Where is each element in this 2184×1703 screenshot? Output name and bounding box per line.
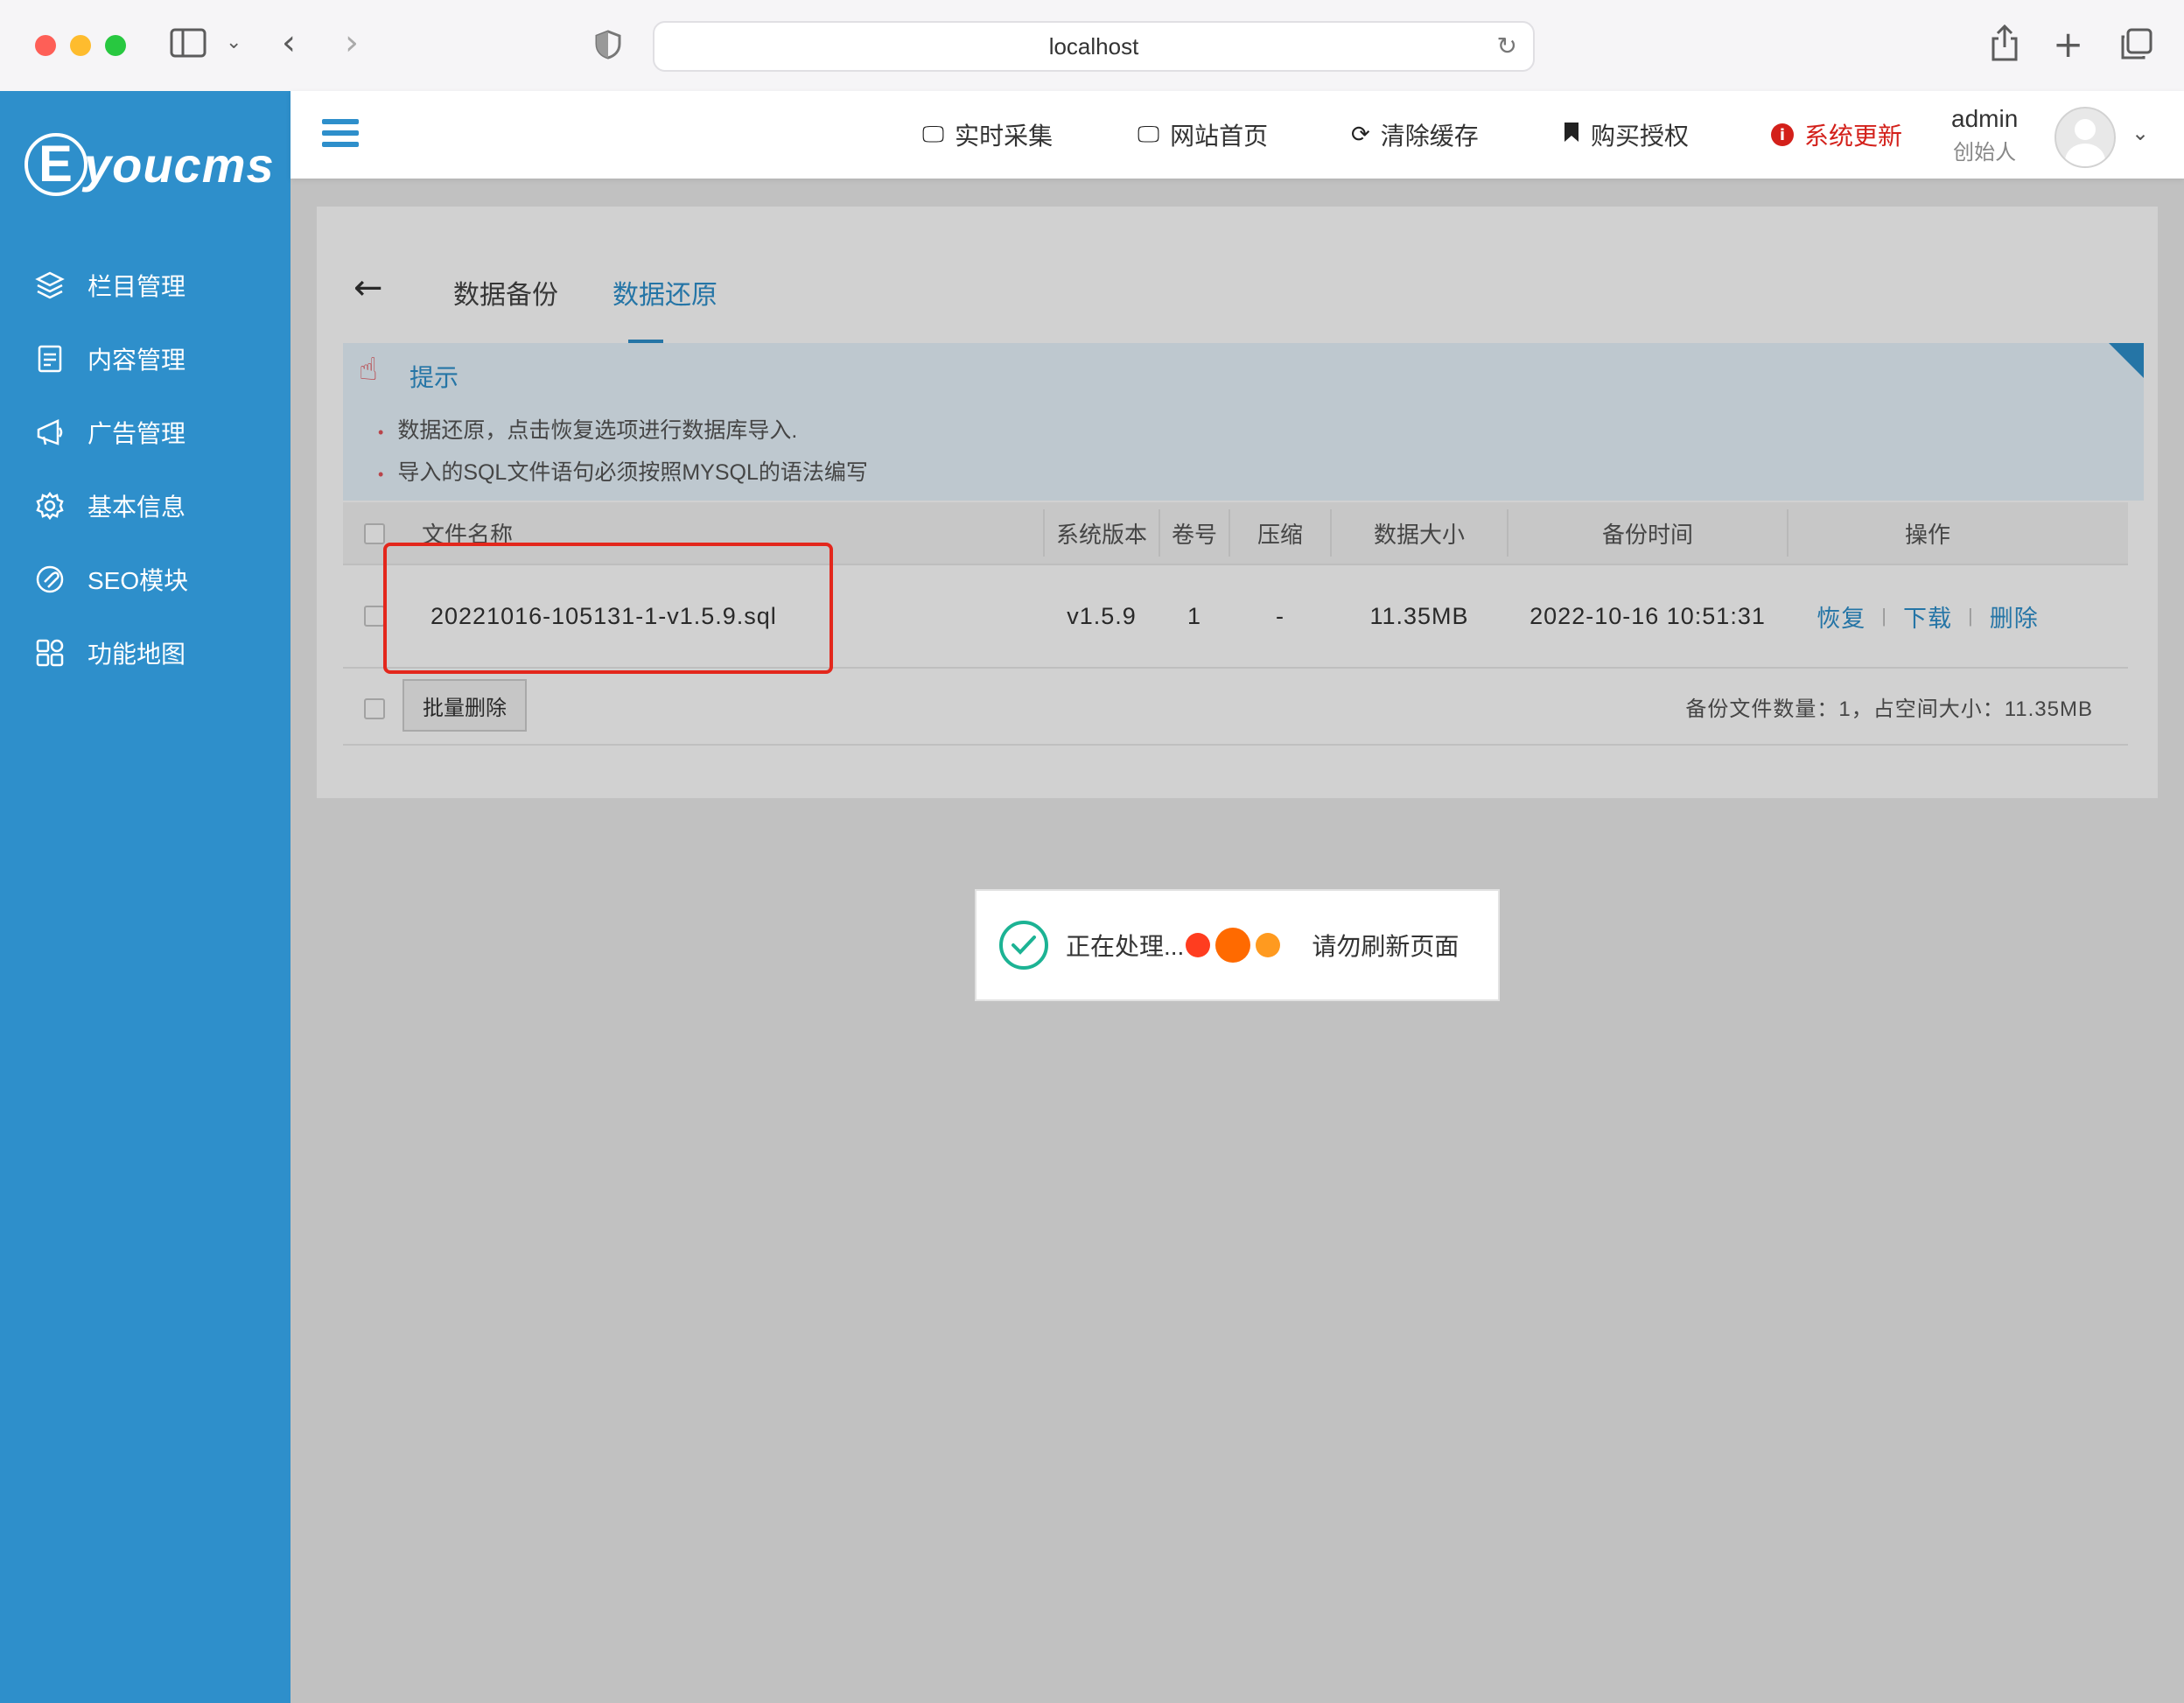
sidebar-item-label: 广告管理 (88, 420, 186, 447)
gear-icon (35, 491, 65, 521)
check-circle-icon (999, 921, 1048, 970)
browser-toolbar: ⌄ ‹ › localhost ↻ + (0, 0, 2184, 93)
avatar[interactable] (2054, 107, 2116, 168)
new-tab-icon[interactable]: + (2053, 23, 2083, 66)
sidebar-item-content[interactable]: 内容管理 (0, 322, 290, 396)
sidebar-nav: 栏目管理 内容管理 广告管理 基本信息 SEO模块 功能地图 (0, 249, 290, 690)
info-icon: i (1771, 123, 1794, 146)
clear-cache-link[interactable]: ⟳ 清除缓存 (1351, 114, 1479, 156)
site-home-link[interactable]: 🖵 网站首页 (1138, 114, 1268, 156)
buy-license-label: 购买授权 (1591, 123, 1690, 150)
processing-text: 正在处理... (1066, 933, 1185, 960)
close-window-button[interactable] (35, 35, 56, 56)
back-nav-icon[interactable]: ‹ (282, 23, 296, 63)
shield-icon[interactable] (595, 30, 621, 63)
system-update-link[interactable]: i 系统更新 (1771, 114, 1902, 156)
loading-dots-icon (1186, 928, 1285, 963)
top-header: 🖵 实时采集 🖵 网站首页 ⟳ 清除缓存 购买授权 i 系统更新 admin 创… (290, 91, 2184, 179)
reload-icon[interactable]: ↻ (1497, 32, 1517, 60)
user-name: admin (1951, 105, 2019, 132)
sidebar-item-columns[interactable]: 栏目管理 (0, 249, 290, 322)
grid-icon (35, 638, 65, 668)
layers-icon (35, 270, 65, 300)
sidebar-item-feature-map[interactable]: 功能地图 (0, 616, 290, 690)
buy-license-link[interactable]: 购买授权 (1563, 114, 1689, 156)
sidebar-item-label: 基本信息 (88, 494, 186, 521)
url-text: localhost (1048, 32, 1139, 60)
sidebar-item-basic-info[interactable]: 基本信息 (0, 469, 290, 543)
user-info[interactable]: admin 创始人 (1951, 105, 2018, 165)
sidebar-item-label: 内容管理 (88, 347, 186, 374)
logo[interactable]: E youcms (24, 130, 275, 200)
ad-icon (35, 417, 65, 447)
site-home-label: 网站首页 (1170, 123, 1269, 150)
no-refresh-text: 请勿刷新页面 (1312, 933, 1460, 960)
share-icon[interactable] (1990, 24, 2020, 65)
address-bar[interactable]: localhost ↻ (653, 21, 1535, 72)
bookmark-icon (1563, 121, 1580, 150)
sidebar-toggle-icon[interactable] (170, 28, 206, 61)
sidebar-item-seo[interactable]: SEO模块 (0, 543, 290, 616)
highlight-annotation (383, 543, 833, 674)
sidebar: E youcms 栏目管理 内容管理 广告管理 基本信息 SEO模块 功能地图 (0, 91, 290, 1703)
sidebar-item-label: 栏目管理 (88, 273, 186, 300)
processing-toast: 正在处理... 请勿刷新页面 (975, 889, 1500, 1001)
realtime-collect-label: 实时采集 (955, 123, 1054, 150)
menu-toggle-icon[interactable] (322, 119, 359, 153)
realtime-collect-link[interactable]: 🖵 实时采集 (922, 114, 1053, 156)
chevron-down-icon[interactable]: ⌄ (2132, 121, 2149, 145)
monitor-icon: 🖵 (922, 121, 945, 148)
sidebar-item-ads[interactable]: 广告管理 (0, 396, 290, 469)
document-icon (35, 344, 65, 374)
refresh-icon: ⟳ (1351, 122, 1370, 148)
forward-nav-icon[interactable]: › (345, 23, 359, 63)
monitor-icon: 🖵 (1138, 121, 1160, 148)
user-role: 创始人 (1953, 141, 2017, 165)
zoom-window-button[interactable] (105, 35, 126, 56)
system-update-label: 系统更新 (1804, 123, 1903, 150)
sidebar-item-label: 功能地图 (88, 641, 186, 668)
chevron-down-icon[interactable]: ⌄ (226, 32, 242, 53)
tab-overview-icon[interactable] (2119, 28, 2152, 65)
sidebar-item-label: SEO模块 (88, 567, 189, 594)
clear-cache-label: 清除缓存 (1380, 123, 1479, 150)
logo-letter: E (24, 133, 88, 196)
minimize-window-button[interactable] (70, 35, 91, 56)
logo-text: youcms (84, 137, 275, 193)
seo-icon (35, 564, 65, 594)
